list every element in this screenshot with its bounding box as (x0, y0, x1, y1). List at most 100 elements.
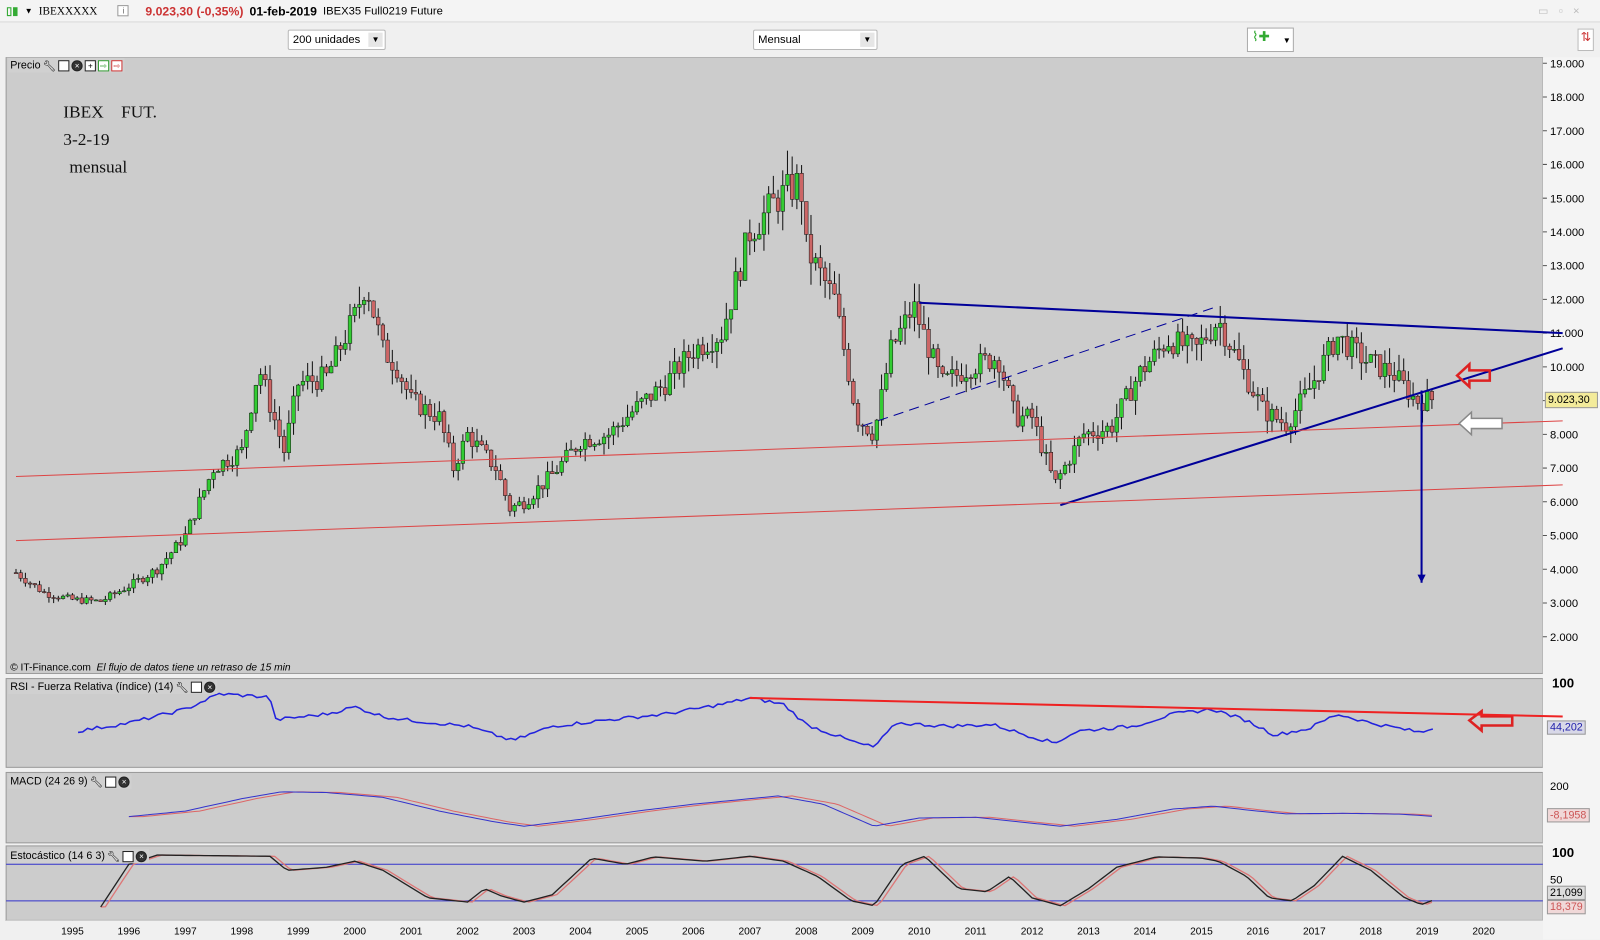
candle (13, 572, 19, 574)
candle (98, 599, 103, 602)
wrench-icon[interactable]: 🔧︎ (43, 59, 57, 72)
candle (747, 232, 752, 242)
candle (244, 430, 249, 448)
x-tick-label: 2018 (1359, 927, 1382, 938)
window-icon[interactable] (58, 59, 70, 71)
candle (267, 379, 273, 413)
info-icon[interactable]: i (117, 5, 130, 17)
candle (521, 501, 527, 510)
wrench-icon[interactable]: 🔧︎ (90, 775, 104, 788)
close-icon[interactable]: × (204, 681, 216, 693)
candle (1241, 359, 1246, 370)
x-tick-label: 2016 (1247, 927, 1270, 938)
chart-area[interactable]: 2.0003.0004.0005.0006.0007.0008.0009.000… (0, 57, 1600, 940)
candle (1006, 380, 1011, 386)
candle (728, 309, 734, 320)
candle (446, 432, 451, 444)
x-tick-label: 2019 (1416, 927, 1439, 938)
candle (1316, 380, 1322, 382)
chevron-down-icon: ▼ (1282, 35, 1291, 45)
settings-icon[interactable]: ⇅ (1577, 28, 1594, 52)
y-tick-label: 19.000 (1550, 58, 1584, 70)
close-icon[interactable]: × (71, 59, 83, 71)
candle (1373, 354, 1378, 356)
close-icon[interactable]: × (118, 776, 130, 788)
candle (234, 449, 240, 466)
candle (32, 583, 37, 586)
candle (404, 381, 409, 390)
x-tick-label: 2015 (1190, 927, 1213, 938)
candle (1062, 464, 1068, 474)
candle (376, 316, 381, 326)
stoch-panel-title: Estocástico (14 6 3) (10, 849, 105, 863)
rsi-tick: 100 (1552, 675, 1575, 691)
x-tick-label: 1998 (230, 927, 253, 938)
add-icon[interactable]: + (84, 59, 97, 71)
candle (1044, 452, 1049, 454)
candle (992, 360, 997, 370)
window-icon[interactable] (122, 850, 134, 862)
wrench-icon[interactable]: 🔧︎ (107, 849, 121, 863)
window-icon[interactable] (105, 776, 117, 788)
period-select[interactable]: Mensual ▼ (753, 29, 878, 50)
candle (1213, 327, 1218, 341)
candle (484, 444, 489, 451)
price-panel-header: Precio 🔧︎ × + ⇨ ⇨ (8, 58, 125, 73)
candle (1015, 400, 1021, 427)
candle (616, 425, 621, 428)
candlestick-icon[interactable]: ▯▮ (6, 4, 18, 17)
candle (752, 238, 757, 242)
units-select[interactable]: 200 unidades ▼ (287, 29, 386, 50)
candle (879, 389, 884, 421)
x-tick-label: 2011 (965, 927, 987, 938)
export-icon[interactable]: ⇨ (98, 59, 110, 71)
candle (503, 479, 508, 496)
remove-panel-icon[interactable]: ⇨ (111, 59, 123, 71)
copyright: © IT-Finance.com (10, 662, 91, 674)
candle (1147, 361, 1152, 373)
candle (103, 599, 108, 602)
candle (1425, 391, 1430, 411)
candle (874, 419, 879, 441)
candle (950, 369, 955, 374)
window-icon[interactable] (191, 681, 203, 693)
candle (700, 344, 705, 355)
candle (310, 375, 315, 382)
x-tick-label: 2004 (569, 927, 592, 938)
candle (432, 416, 437, 422)
candle (1236, 348, 1242, 360)
candle (93, 599, 99, 602)
candle (1124, 388, 1129, 400)
candle (1321, 354, 1326, 381)
candle (112, 592, 117, 595)
x-tick-label: 2006 (682, 927, 705, 938)
candle (324, 366, 329, 374)
candle (597, 443, 602, 446)
x-tick-label: 2007 (738, 927, 761, 938)
window-controls[interactable]: ▭▫× (1538, 4, 1590, 17)
candle (1175, 331, 1180, 355)
dropdown-arrow-icon[interactable]: ▼ (25, 6, 33, 15)
candle (917, 301, 922, 325)
candle (808, 234, 814, 264)
candle (470, 431, 475, 447)
indicators-button[interactable]: ⌇✚ ▼ (1246, 27, 1294, 53)
candle (1114, 417, 1119, 433)
wrench-icon[interactable]: 🔧︎ (175, 680, 189, 693)
candle (155, 569, 160, 575)
candle (1274, 408, 1279, 420)
candle (1307, 388, 1312, 390)
candle (413, 392, 418, 395)
symbol-name[interactable]: IBEXXXXX (39, 5, 98, 17)
macd-panel-title: MACD (24 26 9) (10, 775, 88, 788)
candle (536, 485, 541, 500)
candle (178, 542, 183, 546)
close-icon[interactable]: × (135, 850, 148, 862)
chart-window: ▯▮ ▼ IBEXXXXX i 9.023,30 (-0,35%) 01-feb… (0, 0, 1600, 940)
candle (912, 301, 917, 318)
candle (799, 173, 804, 202)
candle (926, 329, 931, 358)
x-tick-label: 2008 (795, 927, 818, 938)
candle (23, 578, 28, 584)
candle (1133, 381, 1138, 401)
